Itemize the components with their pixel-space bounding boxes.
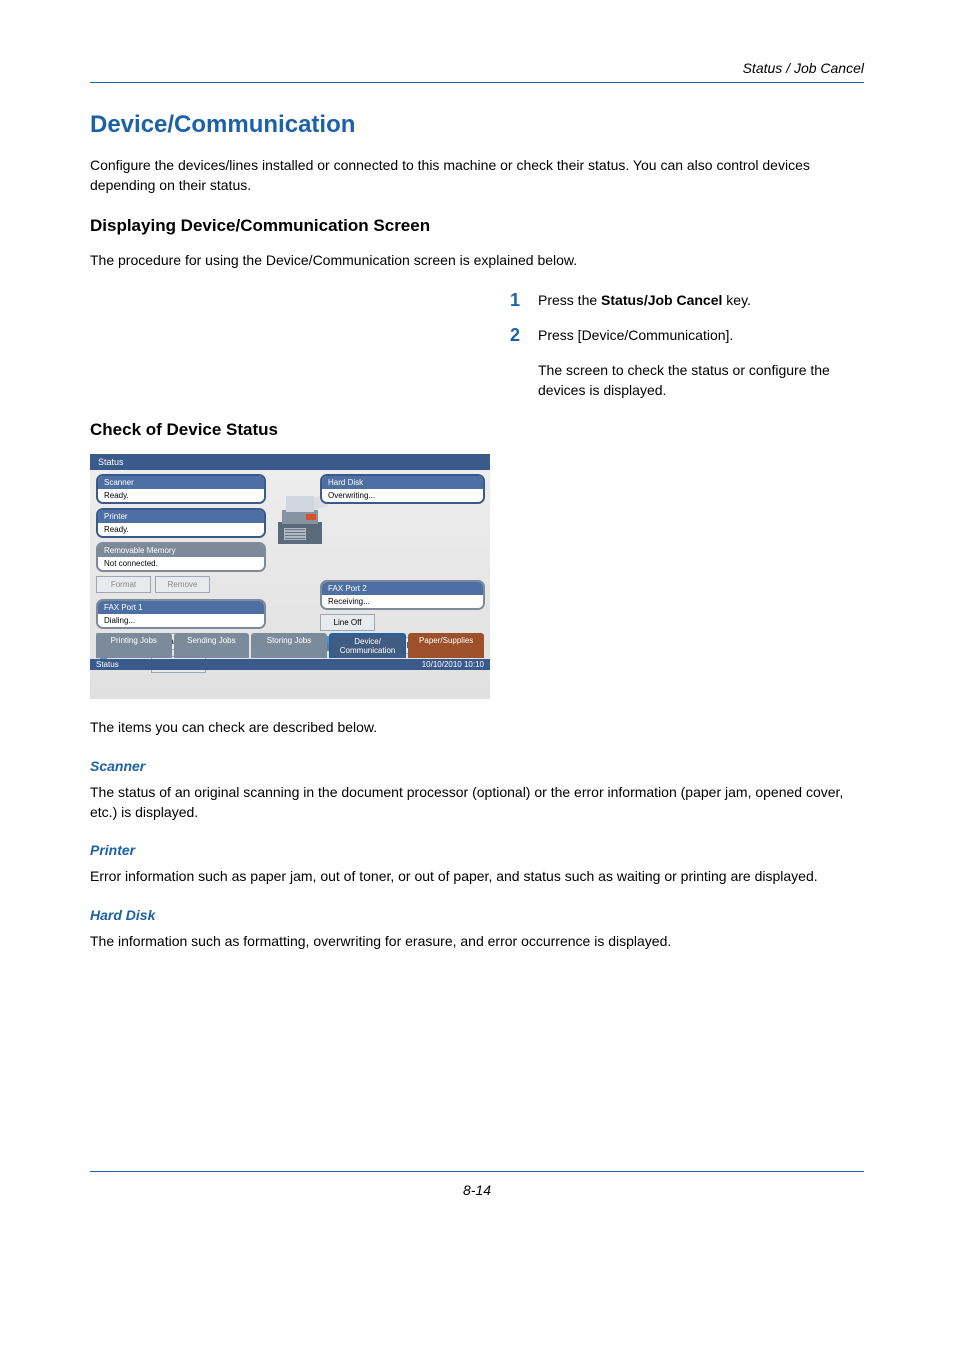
memory-chip-head: Removable Memory: [98, 544, 264, 557]
panel-footer-right: 10/10/2010 10:10: [422, 660, 484, 669]
items-intro: The items you can check are described be…: [90, 717, 864, 737]
fax2-chip-head: FAX Port 2: [322, 582, 483, 595]
harddisk-chip[interactable]: Hard Disk Overwriting...: [320, 474, 485, 504]
step-2-para: The screen to check the status or config…: [538, 360, 864, 401]
fax2-chip[interactable]: FAX Port 2 Receiving...: [320, 580, 485, 610]
printer-heading: Printer: [90, 842, 864, 858]
lineoff2-button[interactable]: Line Off: [320, 614, 375, 631]
remove-button[interactable]: Remove: [155, 576, 210, 593]
intro-text: Configure the devices/lines installed or…: [90, 155, 864, 196]
check-heading: Check of Device Status: [90, 420, 864, 440]
footer-rule: [90, 1171, 864, 1172]
fax2-chip-body: Receiving...: [322, 595, 483, 608]
tab-sending-jobs[interactable]: Sending Jobs: [174, 633, 250, 659]
scanner-heading: Scanner: [90, 758, 864, 774]
page-title: Device/Communication: [90, 111, 864, 139]
status-panel: Status Scanner Ready. Printer Ready. Rem…: [90, 454, 490, 699]
step-1-number: 1: [510, 290, 538, 311]
format-button[interactable]: Format: [96, 576, 151, 593]
printer-chip-body: Ready.: [98, 523, 264, 536]
scanner-text: The status of an original scanning in th…: [90, 782, 864, 823]
tab-storing-jobs[interactable]: Storing Jobs: [251, 633, 327, 659]
fax1-chip-head: FAX Port 1: [98, 601, 264, 614]
step-2-number: 2: [510, 325, 538, 346]
printer-chip[interactable]: Printer Ready.: [96, 508, 266, 538]
harddisk-heading: Hard Disk: [90, 907, 864, 923]
step-1-bold: Status/Job Cancel: [601, 292, 722, 308]
step-1: 1 Press the Status/Job Cancel key.: [510, 290, 864, 311]
harddisk-chip-body: Overwriting...: [322, 489, 483, 502]
harddisk-chip-head: Hard Disk: [322, 476, 483, 489]
step-1-text: Press the Status/Job Cancel key.: [538, 290, 864, 310]
tab-paper-supplies[interactable]: Paper/Supplies: [408, 633, 484, 659]
displaying-heading: Displaying Device/Communication Screen: [90, 216, 864, 236]
printer-chip-head: Printer: [98, 510, 264, 523]
harddisk-text: The information such as formatting, over…: [90, 931, 864, 951]
memory-chip[interactable]: Removable Memory Not connected.: [96, 542, 266, 572]
scanner-chip[interactable]: Scanner Ready.: [96, 474, 266, 504]
page-number: 8-14: [90, 1182, 864, 1198]
header-section: Status / Job Cancel: [90, 60, 864, 80]
fax1-chip[interactable]: FAX Port 1 Dialing...: [96, 599, 266, 629]
step-1-post: key.: [722, 292, 751, 308]
displaying-intro: The procedure for using the Device/Commu…: [90, 250, 864, 270]
panel-title: Status: [90, 454, 490, 470]
tab-device-line1: Device/: [354, 637, 381, 646]
step-2: 2 Press [Device/Communication].: [510, 325, 864, 346]
tab-device-communication[interactable]: Device/ Communication: [329, 633, 407, 659]
scanner-chip-body: Ready.: [98, 489, 264, 502]
step-1-pre: Press the: [538, 292, 601, 308]
memory-chip-body: Not connected.: [98, 557, 264, 570]
tab-device-line2: Communication: [340, 646, 396, 655]
step-2-text: Press [Device/Communication].: [538, 325, 864, 345]
header-rule: [90, 82, 864, 83]
printer-text: Error information such as paper jam, out…: [90, 866, 864, 886]
scanner-chip-head: Scanner: [98, 476, 264, 489]
panel-footer-left: Status: [96, 660, 119, 669]
fax1-chip-body: Dialing...: [98, 614, 264, 627]
tab-printing-jobs[interactable]: Printing Jobs: [96, 633, 172, 659]
